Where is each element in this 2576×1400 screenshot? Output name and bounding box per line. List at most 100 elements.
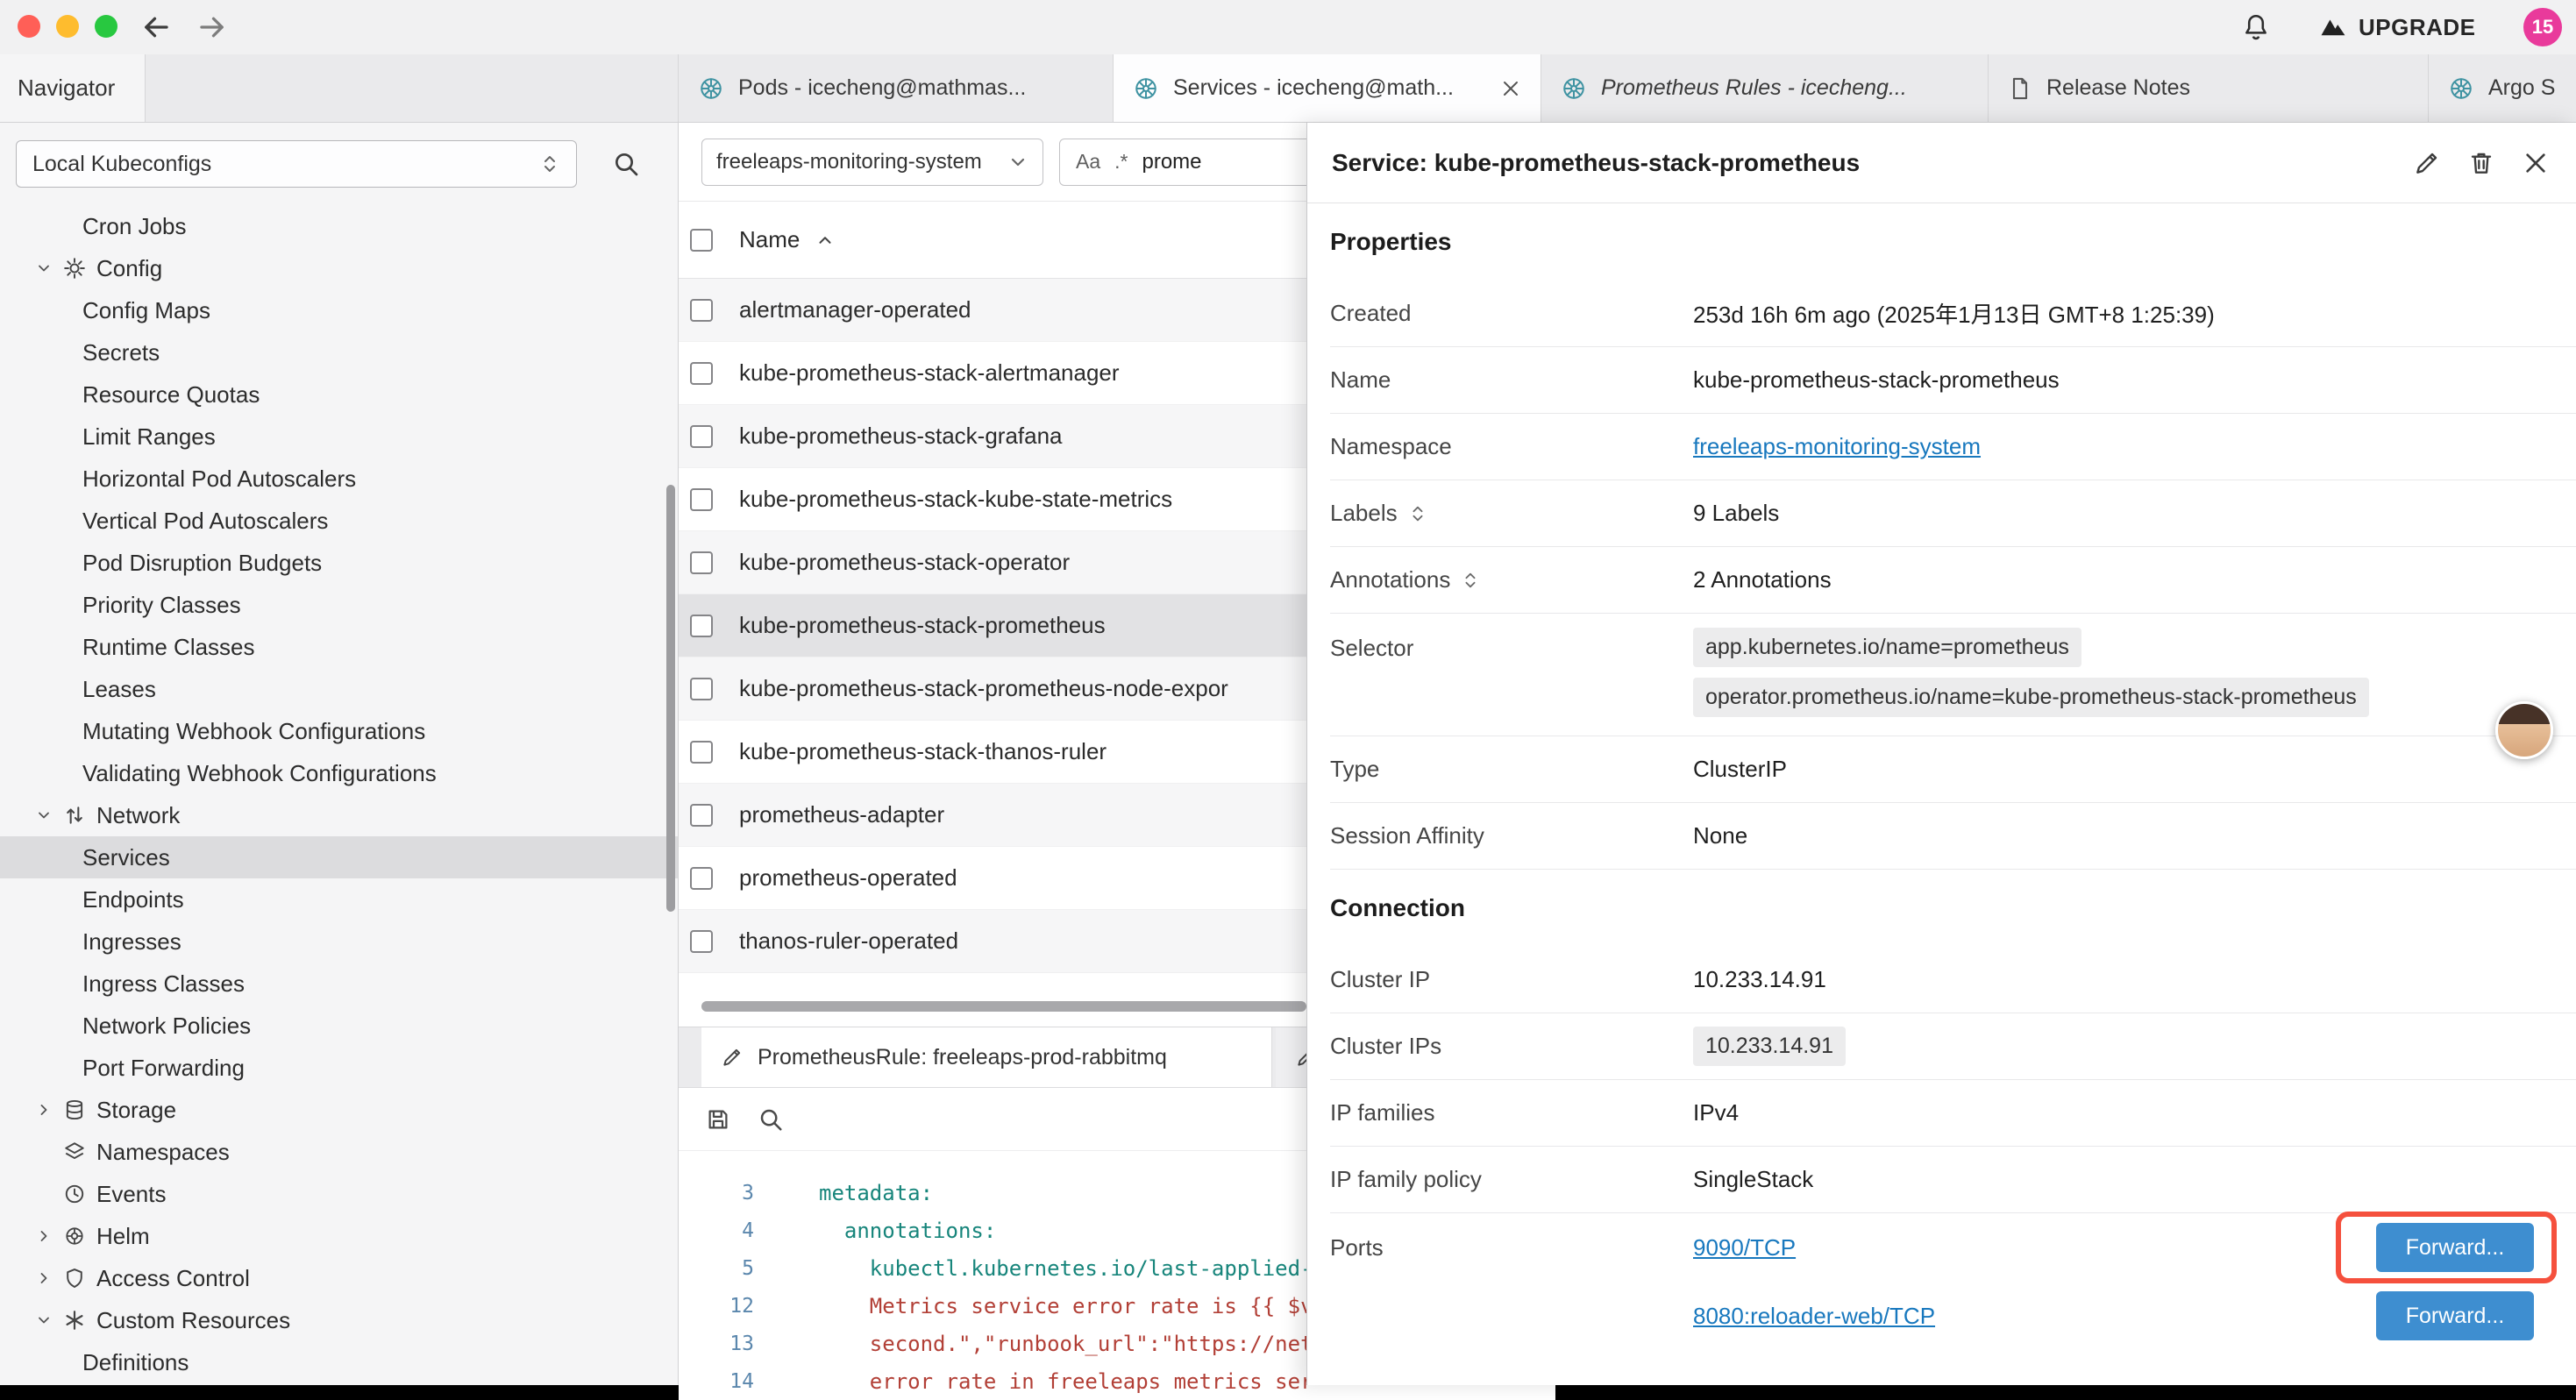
tab-release-notes[interactable]: Release Notes [1989, 54, 2429, 122]
tab-label: Release Notes [2046, 75, 2409, 101]
tab-argo-s[interactable]: Argo S [2429, 54, 2576, 122]
access-control-icon [63, 1267, 86, 1290]
sidebar-item-label: Runtime Classes [82, 634, 255, 661]
sidebar-item-secrets[interactable]: Secrets [0, 331, 678, 373]
code-token: kubectl.kubernetes.io/last-applied-co [870, 1256, 1339, 1281]
sidebar-item-priority-classes[interactable]: Priority Classes [0, 584, 678, 626]
chevron-down-icon [1007, 152, 1028, 173]
port-link[interactable]: 9090/TCP [1693, 1234, 1796, 1261]
save-icon[interactable] [705, 1106, 731, 1133]
window-zoom-button[interactable] [95, 15, 117, 38]
sidebar-item-events[interactable]: Events [0, 1173, 678, 1215]
storage-icon [63, 1098, 86, 1121]
sidebar-item-leases[interactable]: Leases [0, 668, 678, 710]
cluster-tabs: Pods - icecheng@mathmas...Services - ice… [679, 54, 2576, 122]
navigator-panel-tab[interactable]: Navigator [0, 54, 146, 122]
user-avatar[interactable] [2495, 701, 2553, 759]
row-checkbox[interactable] [690, 425, 713, 448]
forward-button[interactable]: Forward... [2376, 1223, 2534, 1272]
service-details-drawer: Service: kube-prometheus-stack-prometheu… [1306, 123, 2576, 1385]
sidebar-item-label: Leases [82, 676, 156, 703]
section-title-connection: Connection [1330, 870, 2576, 947]
sidebar-item-mutating-webhook-configurations[interactable]: Mutating Webhook Configurations [0, 710, 678, 752]
sort-ascending-icon[interactable] [815, 231, 835, 250]
forward-button-wrap: Forward... [2376, 1291, 2534, 1340]
detail-value: None [1693, 822, 2576, 849]
tab-services-icecheng-math[interactable]: Services - icecheng@math... [1114, 54, 1541, 122]
value-chip: app.kubernetes.io/name=prometheus [1693, 628, 2081, 667]
sidebar-scrollbar[interactable] [666, 485, 675, 912]
sidebar-item-network-policies[interactable]: Network Policies [0, 1005, 678, 1047]
search-icon[interactable] [612, 150, 640, 178]
service-name: kube-prometheus-stack-operator [739, 549, 1070, 576]
detail-value: 253d 16h 6m ago (2025年1月13日 GMT+8 1:25:3… [1693, 297, 2576, 330]
kube-icon [1133, 75, 1159, 102]
sidebar-item-vertical-pod-autoscalers[interactable]: Vertical Pod Autoscalers [0, 500, 678, 542]
sidebar-item-endpoints[interactable]: Endpoints [0, 878, 678, 920]
edit-icon[interactable] [2413, 149, 2441, 177]
detail-label: Cluster IPs [1330, 1033, 1693, 1060]
tab-pods-icecheng-mathmas[interactable]: Pods - icecheng@mathmas... [679, 54, 1114, 122]
forward-icon[interactable] [196, 11, 228, 43]
sidebar-item-custom-resources[interactable]: Custom Resources [0, 1299, 678, 1341]
namespace-link[interactable]: freeleaps-monitoring-system [1693, 433, 1981, 459]
sidebar-item-services[interactable]: Services [0, 836, 678, 878]
notification-count-badge[interactable]: 15 [2523, 8, 2562, 46]
close-icon[interactable] [2522, 149, 2550, 177]
tab-label: Argo S [2488, 75, 2558, 101]
sidebar-item-config[interactable]: Config [0, 247, 678, 289]
row-checkbox[interactable] [690, 362, 713, 385]
sidebar-item-access-control[interactable]: Access Control [0, 1257, 678, 1299]
editor-search-icon[interactable] [758, 1106, 784, 1133]
sidebar-item-label: Ingress Classes [82, 970, 245, 998]
detail-row-ip-family-policy: IP family policySingleStack [1330, 1147, 2576, 1213]
sidebar-item-namespaces[interactable]: Namespaces [0, 1131, 678, 1173]
column-header-name[interactable]: Name [739, 226, 800, 253]
port-link[interactable]: 8080:reloader-web/TCP [1693, 1303, 1935, 1330]
row-checkbox[interactable] [690, 488, 713, 511]
sidebar-item-horizontal-pod-autoscalers[interactable]: Horizontal Pod Autoscalers [0, 458, 678, 500]
row-checkbox[interactable] [690, 551, 713, 574]
sidebar-item-ingresses[interactable]: Ingresses [0, 920, 678, 963]
sidebar-item-label: Definitions [82, 1349, 189, 1376]
row-checkbox[interactable] [690, 930, 713, 953]
sidebar-item-label: Network Policies [82, 1013, 251, 1040]
tab-prometheus-rules-icecheng[interactable]: Prometheus Rules - icecheng... [1541, 54, 1989, 122]
select-all-checkbox[interactable] [690, 229, 713, 252]
sidebar-item-resource-quotas[interactable]: Resource Quotas [0, 373, 678, 416]
sidebar-item-validating-webhook-configurations[interactable]: Validating Webhook Configurations [0, 752, 678, 794]
detail-row-labels: Labels9 Labels [1330, 480, 2576, 547]
back-icon[interactable] [140, 11, 172, 43]
window-close-button[interactable] [18, 15, 40, 38]
row-checkbox[interactable] [690, 615, 713, 637]
regex-toggle[interactable]: .* [1114, 150, 1128, 174]
dock-tab-prometheusrule[interactable]: PrometheusRule: freeleaps-prod-rabbitmq [701, 1027, 1272, 1087]
sidebar-item-definitions[interactable]: Definitions [0, 1341, 678, 1383]
sidebar-item-network[interactable]: Network [0, 794, 678, 836]
tab-close-icon[interactable] [1500, 78, 1521, 99]
horizontal-scrollbar[interactable] [701, 1001, 1306, 1012]
sidebar-item-port-forwarding[interactable]: Port Forwarding [0, 1047, 678, 1089]
sidebar-item-limit-ranges[interactable]: Limit Ranges [0, 416, 678, 458]
row-checkbox[interactable] [690, 741, 713, 764]
forward-button[interactable]: Forward... [2376, 1291, 2534, 1340]
row-checkbox[interactable] [690, 678, 713, 700]
row-checkbox[interactable] [690, 867, 713, 890]
sidebar-item-runtime-classes[interactable]: Runtime Classes [0, 626, 678, 668]
sidebar-item-config-maps[interactable]: Config Maps [0, 289, 678, 331]
window-minimize-button[interactable] [56, 15, 79, 38]
match-case-toggle[interactable]: Aa [1076, 150, 1100, 174]
sidebar-item-helm[interactable]: Helm [0, 1215, 678, 1257]
notifications-bell-icon[interactable] [2241, 12, 2271, 42]
row-checkbox[interactable] [690, 299, 713, 322]
sidebar-item-storage[interactable]: Storage [0, 1089, 678, 1131]
row-checkbox[interactable] [690, 804, 713, 827]
delete-icon[interactable] [2467, 149, 2495, 177]
namespace-select[interactable]: freeleaps-monitoring-system [701, 139, 1043, 186]
sidebar-item-ingress-classes[interactable]: Ingress Classes [0, 963, 678, 1005]
sidebar-item-pod-disruption-budgets[interactable]: Pod Disruption Budgets [0, 542, 678, 584]
kubeconfig-select[interactable]: Local Kubeconfigs [16, 140, 577, 188]
upgrade-button[interactable]: UPGRADE [2318, 11, 2476, 43]
document-icon [2008, 76, 2032, 101]
sidebar-item-cron-jobs[interactable]: Cron Jobs [0, 205, 678, 247]
